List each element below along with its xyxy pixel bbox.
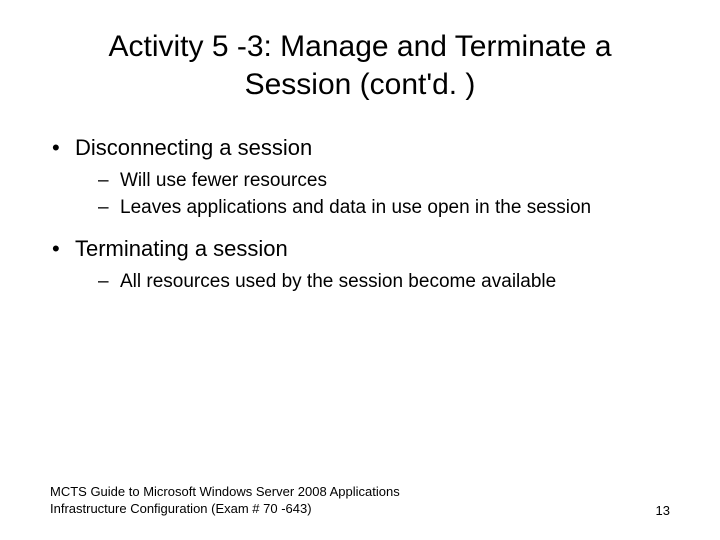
bullet-level2: All resources used by the session become… xyxy=(50,270,680,295)
slide-title: Activity 5 -3: Manage and Terminate a Se… xyxy=(40,28,680,103)
slide-content: Disconnecting a session Will use fewer r… xyxy=(40,133,680,294)
spacer xyxy=(50,224,680,234)
bullet-level1: Disconnecting a session xyxy=(50,133,680,163)
bullet-level2: Leaves applications and data in use open… xyxy=(50,196,680,221)
footer-source: MCTS Guide to Microsoft Windows Server 2… xyxy=(50,484,470,518)
slide-footer: MCTS Guide to Microsoft Windows Server 2… xyxy=(50,484,670,518)
page-number: 13 xyxy=(656,503,670,518)
slide-container: Activity 5 -3: Manage and Terminate a Se… xyxy=(0,0,720,540)
bullet-level2: Will use fewer resources xyxy=(50,169,680,194)
bullet-level1: Terminating a session xyxy=(50,234,680,264)
